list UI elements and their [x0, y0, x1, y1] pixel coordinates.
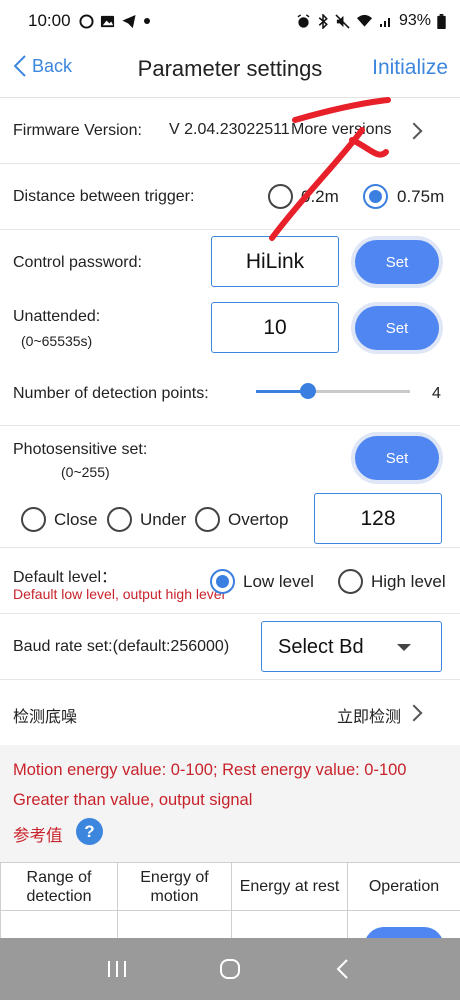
chevron-right-icon — [405, 704, 423, 722]
table-header-cell: Range of detection — [0, 862, 118, 911]
unattended-input[interactable]: 10 — [211, 302, 339, 353]
mute-icon — [335, 13, 350, 29]
default-level-option-label: Low level — [243, 572, 314, 591]
github-icon — [79, 13, 94, 29]
noise-detection-label: 检测底噪 — [13, 709, 78, 726]
unattended-row: Unattended: (0~65535s) 10 Set — [0, 296, 460, 366]
radio-low-level[interactable] — [210, 569, 235, 594]
wifi-icon — [356, 14, 373, 27]
status-time: 10:00 — [28, 11, 71, 30]
trigger-distance-label: Distance between trigger: — [13, 188, 195, 205]
radio-trigger-0-75m[interactable] — [363, 184, 388, 209]
energy-threshold-text: Greater than value, output signal — [13, 791, 253, 809]
energy-info-block: Motion energy value: 0-100; Rest energy … — [0, 745, 460, 863]
photosensitive-input[interactable]: 128 — [314, 493, 442, 544]
baud-rate-label: Baud rate set:(default:256000) — [13, 638, 230, 655]
help-icon[interactable]: ? — [76, 818, 103, 845]
alarm-icon — [297, 13, 310, 28]
baud-rate-select[interactable]: Select Bd — [261, 621, 442, 672]
table-header-cell: Operation — [347, 862, 460, 911]
telegram-icon — [121, 14, 136, 28]
photosensitive-set-button[interactable]: Set — [355, 436, 439, 480]
table-header-cell: Energy at rest — [231, 862, 348, 911]
chevron-right-icon — [405, 122, 423, 140]
trigger-option-label: 0.75m — [397, 187, 445, 206]
back-nav-icon[interactable] — [323, 957, 363, 981]
photosensitive-row: Photosensitive set: (0~255) Set Close Un… — [0, 426, 460, 548]
detection-points-label: Number of detection points: — [13, 385, 209, 402]
detection-points-row: Number of detection points: 4 — [0, 366, 460, 426]
default-level-label: Default level： — [13, 569, 118, 586]
trigger-distance-row: Distance between trigger: 0.2m 0.75m — [0, 164, 460, 230]
initialize-button[interactable]: Initialize — [372, 56, 448, 80]
photosensitive-range: (0~255) — [61, 464, 110, 480]
more-versions-link[interactable]: More versions — [291, 121, 391, 139]
image-icon — [100, 15, 114, 27]
detection-points-slider[interactable] — [256, 383, 410, 399]
photosensitive-option-label: Close — [54, 510, 98, 529]
reference-value-label: 参考值 — [13, 827, 63, 845]
status-right-icons: 93% — [296, 12, 446, 30]
default-level-option-label: High level — [371, 572, 446, 591]
password-set-button[interactable]: Set — [355, 240, 439, 284]
default-level-row: Default level： Default low level, output… — [0, 548, 460, 614]
noise-detect-now-link[interactable]: 立即检测 — [337, 703, 401, 727]
unattended-set-button[interactable]: Set — [355, 306, 439, 350]
photosensitive-option-label: Overtop — [228, 510, 289, 529]
system-nav-bar — [0, 938, 460, 1000]
back-chevron-icon — [14, 55, 26, 77]
battery-percent: 93% — [398, 12, 431, 29]
table-header-cell: Energy of motion — [117, 862, 232, 911]
photosensitive-option-label: Under — [140, 510, 187, 529]
default-level-note: Default low level, output high level — [13, 586, 225, 602]
photosensitive-label: Photosensitive set: — [13, 441, 148, 458]
table-header-row: Range of detection Energy of motion Ener… — [0, 862, 460, 911]
radio-trigger-0-2m[interactable] — [268, 184, 293, 209]
recent-apps-icon[interactable] — [97, 958, 137, 980]
detection-points-value: 4 — [432, 385, 441, 402]
unattended-label: Unattended: — [13, 308, 101, 325]
home-icon[interactable] — [210, 957, 250, 981]
radio-high-level[interactable] — [338, 569, 363, 594]
status-left-icons — [79, 13, 151, 29]
firmware-label: Firmware Version: — [13, 122, 142, 139]
baud-rate-select-value: Select Bd — [278, 636, 364, 658]
caret-down-icon — [397, 644, 411, 651]
energy-range-text: Motion energy value: 0-100; Rest energy … — [13, 761, 407, 779]
radio-photosensitive-overtop[interactable] — [195, 507, 220, 532]
bluetooth-icon — [318, 13, 328, 29]
battery-icon — [437, 13, 446, 29]
firmware-value: V 2.04.23022511 — [169, 121, 290, 138]
firmware-row[interactable]: Firmware Version: V 2.04.23022511 More v… — [0, 98, 460, 164]
password-row: Control password: HiLink Set — [0, 230, 460, 296]
noise-detection-row[interactable]: 检测底噪 立即检测 — [0, 680, 460, 745]
password-input[interactable]: HiLink — [211, 236, 339, 287]
trigger-option-label: 0.2m — [301, 187, 339, 206]
radio-photosensitive-close[interactable] — [21, 507, 46, 532]
status-bar: 10:00 93% — [0, 0, 460, 42]
password-label: Control password: — [13, 254, 142, 271]
unattended-range: (0~65535s) — [21, 333, 93, 349]
radio-photosensitive-under[interactable] — [107, 507, 132, 532]
nav-bar: Back Parameter settings Initialize — [0, 42, 460, 98]
signal-icon — [379, 18, 390, 27]
back-button[interactable]: Back — [14, 55, 72, 77]
dot-icon — [143, 18, 150, 24]
back-label: Back — [32, 55, 73, 76]
